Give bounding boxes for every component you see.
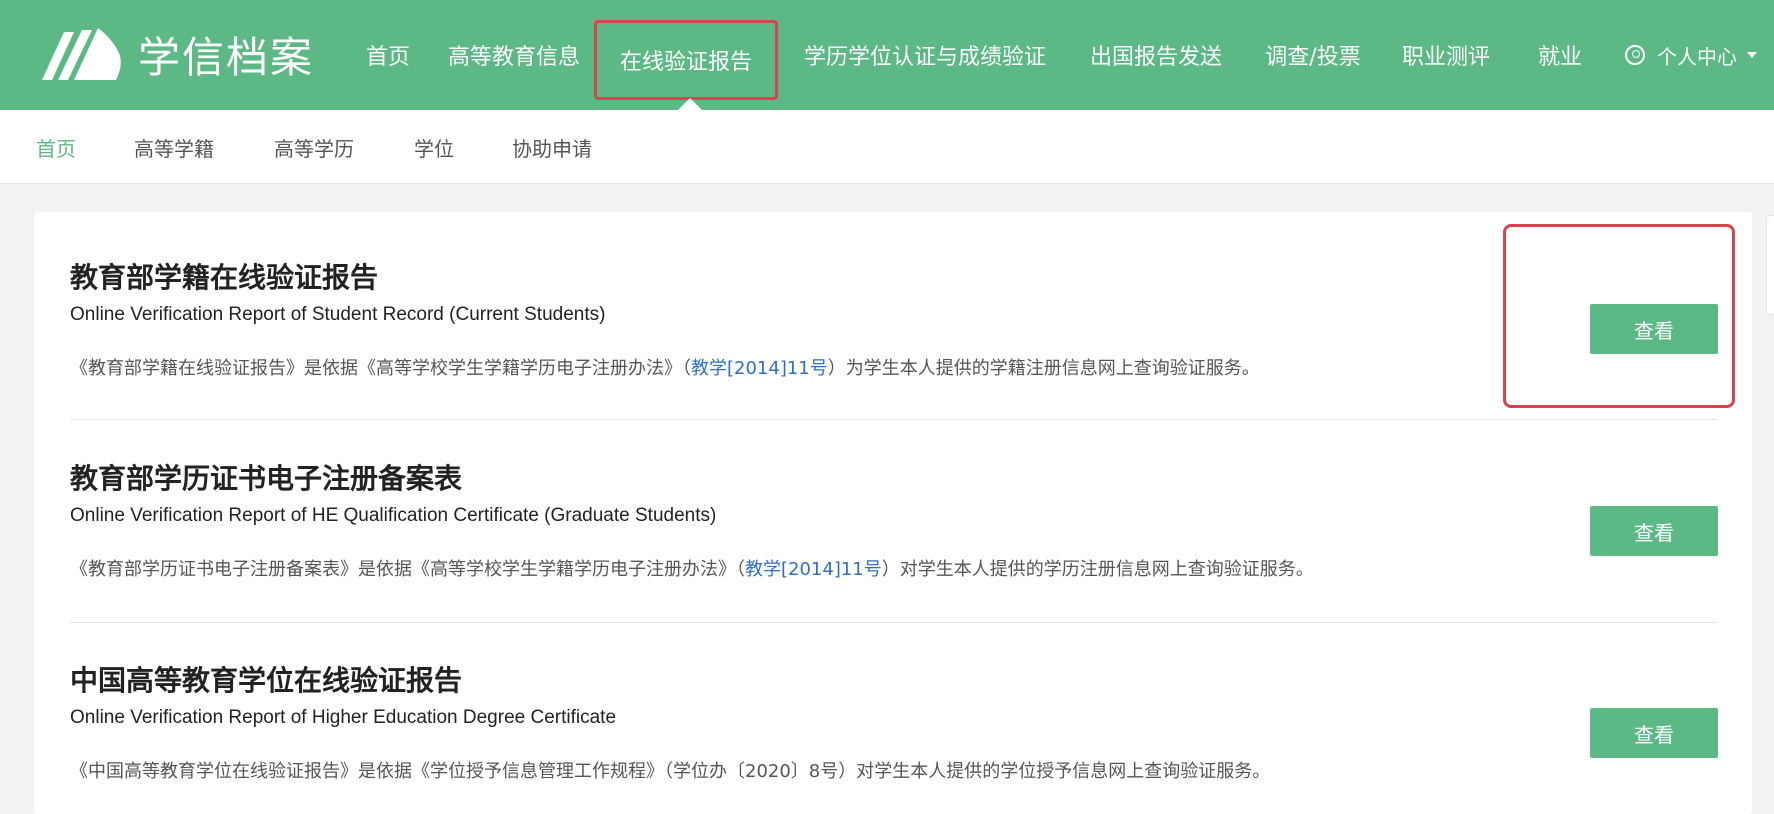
- nav-survey-vote[interactable]: 调查/投票: [1260, 0, 1366, 110]
- desc-text: 《教育部学历证书电子注册备案表》是依据《高等学校学生学籍学历电子注册办法》（: [70, 559, 745, 580]
- top-navbar: 学信档案 首页 高等教育信息 在线验证报告 学历学位认证与成绩验证 出国报告发送…: [0, 0, 1774, 110]
- report-description: 《教育部学历证书电子注册备案表》是依据《高等学校学生学籍学历电子注册办法》（教学…: [70, 555, 1314, 581]
- regulation-link[interactable]: 教学[2014]11号: [691, 358, 828, 379]
- report-list-card: 教育部学籍在线验证报告 Online Verification Report o…: [34, 212, 1752, 814]
- report-title: 教育部学籍在线验证报告: [70, 261, 379, 294]
- subnav-home[interactable]: 首页: [36, 110, 76, 184]
- report-title: 中国高等教育学位在线验证报告: [70, 664, 463, 697]
- desc-text: ）为学生本人提供的学籍注册信息网上查询验证服务。: [827, 358, 1260, 379]
- regulation-link[interactable]: 教学[2014]11号: [745, 559, 882, 580]
- nav-employment[interactable]: 就业: [1530, 0, 1590, 110]
- divider: [70, 419, 1718, 420]
- user-icon: [1625, 45, 1645, 65]
- report-item-qualification: 教育部学历证书电子注册备案表 Online Verification Repor…: [70, 457, 1718, 580]
- nav-career-assessment[interactable]: 职业测评: [1396, 0, 1496, 110]
- nav-overseas-report[interactable]: 出国报告发送: [1084, 0, 1228, 110]
- side-widget-edge[interactable]: [1766, 215, 1774, 315]
- report-item-degree: 中国高等教育学位在线验证报告 Online Verification Repor…: [70, 659, 1718, 782]
- report-subtitle: Online Verification Report of Student Re…: [70, 304, 606, 325]
- subnav-assist-apply[interactable]: 协助申请: [512, 110, 592, 184]
- desc-text: ）对学生本人提供的学历注册信息网上查询验证服务。: [881, 559, 1314, 580]
- sub-navbar: 首页 高等学籍 高等学历 学位 协助申请: [0, 110, 1774, 184]
- desc-text: 《中国高等教育学位在线验证报告》是依据《学位授予信息管理工作规程》（学位办〔20…: [70, 761, 1271, 782]
- nav-online-verification-report[interactable]: 在线验证报告: [594, 20, 778, 100]
- logo-icon: [42, 28, 121, 80]
- nav-higher-education-info[interactable]: 高等教育信息: [442, 0, 586, 110]
- report-description: 《教育部学籍在线验证报告》是依据《高等学校学生学籍学历电子注册办法》（教学[20…: [70, 354, 1260, 380]
- logo-text: 学信档案: [138, 32, 315, 82]
- view-button[interactable]: 查看: [1590, 506, 1718, 556]
- report-description: 《中国高等教育学位在线验证报告》是依据《学位授予信息管理工作规程》（学位办〔20…: [70, 757, 1270, 783]
- report-subtitle: Online Verification Report of HE Qualifi…: [70, 505, 717, 526]
- view-button[interactable]: 查看: [1590, 708, 1718, 758]
- view-button[interactable]: 查看: [1590, 304, 1718, 354]
- subnav-student-record[interactable]: 高等学籍: [134, 110, 214, 184]
- subnav-qualification[interactable]: 高等学历: [274, 110, 354, 184]
- divider: [70, 622, 1718, 623]
- desc-text: 《教育部学籍在线验证报告》是依据《高等学校学生学籍学历电子注册办法》（: [70, 358, 691, 379]
- report-item-student-record: 教育部学籍在线验证报告 Online Verification Report o…: [70, 256, 1718, 379]
- report-subtitle: Online Verification Report of Higher Edu…: [70, 707, 617, 728]
- nav-home[interactable]: 首页: [356, 0, 420, 110]
- nav-degree-certification[interactable]: 学历学位认证与成绩验证: [794, 0, 1056, 110]
- user-center-menu[interactable]: 个人中心: [1616, 0, 1766, 110]
- subnav-degree[interactable]: 学位: [414, 110, 454, 184]
- chevron-down-icon: [1747, 52, 1757, 58]
- site-logo[interactable]: 学信档案: [34, 26, 316, 82]
- report-title: 教育部学历证书电子注册备案表: [70, 462, 463, 495]
- user-center-label: 个人中心: [1657, 44, 1737, 69]
